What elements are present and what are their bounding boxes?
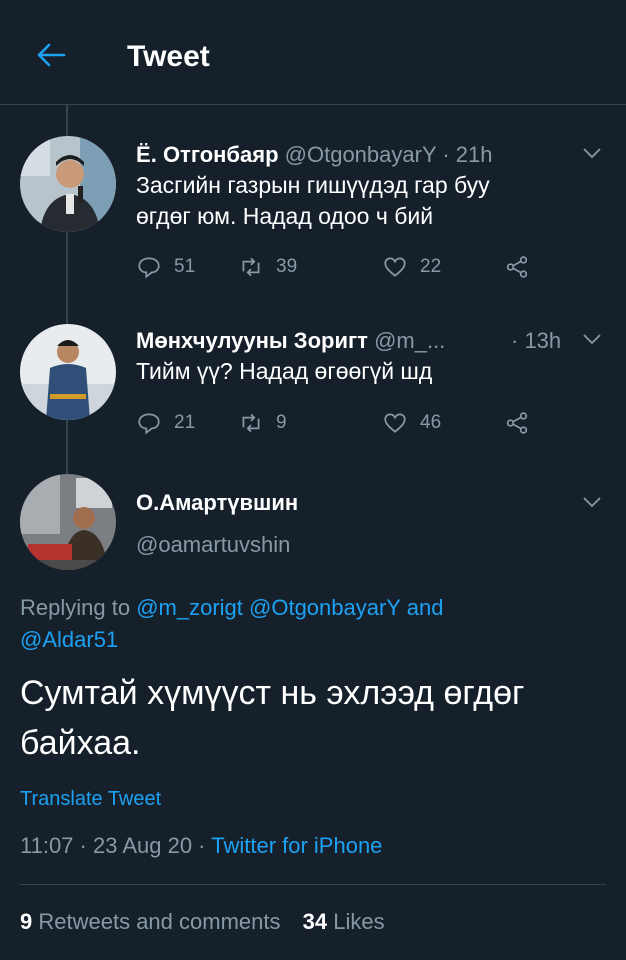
heart-icon (384, 413, 406, 433)
avatar[interactable] (20, 474, 116, 570)
tweet-text: Засгийн газрын гишүүдэд гар буу өгдөг юм… (136, 170, 490, 232)
reply-count: 51 (174, 256, 196, 277)
replying-mention-last[interactable]: @Aldar51 (20, 624, 443, 656)
share-icon (506, 256, 528, 278)
likes-label: Likes (333, 909, 385, 934)
tweet-time: · 21h (442, 142, 493, 167)
share-button[interactable] (504, 410, 530, 436)
chevron-down-icon[interactable] (582, 332, 602, 346)
retweet-count: 39 (276, 256, 298, 277)
reply-icon (138, 413, 160, 435)
replying-prefix: Replying to (20, 595, 131, 620)
page-title: Tweet (127, 40, 210, 73)
likes-stat[interactable]: 34 Likes (303, 909, 385, 934)
replying-and[interactable]: and (407, 595, 444, 620)
reply-button[interactable]: 21 (136, 410, 195, 436)
retweets-count: 9 (20, 909, 33, 934)
likes-count: 34 (302, 909, 328, 934)
thread-line (66, 420, 68, 482)
tweet-author[interactable]: Ё. Отгонбаяр @OtgonbayarY · 21h (136, 142, 493, 168)
tweet-text: Тийм үү? Надад өгөөгүй шд (136, 356, 432, 387)
retweet-button[interactable]: 39 (238, 254, 297, 280)
top-bar: Tweet (0, 0, 626, 105)
like-button[interactable]: 46 (382, 410, 441, 436)
tweet-actions: 51 39 22 (136, 254, 536, 284)
main-author-name[interactable]: О.Амартүвшин (136, 490, 298, 516)
main-tweet-line: Сумтай хүмүүст нь эхлээд өгдөг (20, 674, 525, 712)
like-count: 46 (420, 412, 442, 433)
divider (20, 884, 606, 885)
tweet-timestamp: 11:07 · 23 Aug 20 · Twitter for iPhone (20, 830, 382, 861)
like-count: 22 (420, 256, 442, 277)
back-arrow-icon[interactable] (34, 38, 68, 72)
tweet-time: · 13h (511, 328, 562, 353)
timestamp-text: 11:07 · 23 Aug 20 · (20, 833, 206, 858)
avatar[interactable] (20, 136, 116, 232)
chevron-down-icon[interactable] (582, 146, 602, 160)
like-button[interactable]: 22 (382, 254, 441, 280)
heart-icon (384, 257, 406, 277)
replying-mentions[interactable]: @m_zorigt @OtgonbayarY (136, 595, 400, 620)
author-handle[interactable]: @OtgonbayarY (285, 142, 437, 167)
avatar[interactable] (20, 324, 116, 420)
author-name[interactable]: Ё. Отгонбаяр (136, 142, 279, 167)
share-icon (506, 412, 528, 434)
tweet-stats: 9 Retweets and comments 34 Likes (20, 906, 385, 937)
retweet-count: 9 (276, 412, 287, 433)
tweet-text-line: өгдөг юм. Надад одоо ч бий (136, 203, 434, 229)
share-button[interactable] (504, 254, 530, 280)
reply-button[interactable]: 51 (136, 254, 195, 280)
tweet-text-line: Засгийн газрын гишүүдэд гар буу (136, 172, 490, 198)
retweets-stat[interactable]: 9 Retweets and comments (20, 909, 287, 934)
retweets-label: Retweets and comments (38, 909, 281, 934)
retweet-icon (242, 257, 260, 277)
retweet-button[interactable]: 9 (238, 410, 287, 436)
tweet-actions: 21 9 46 (136, 410, 536, 440)
thread-line (66, 232, 68, 324)
replying-to: Replying to @m_zorigt @OtgonbayarY and @… (20, 592, 443, 656)
retweet-icon (242, 413, 260, 433)
tweet-text-line: Тийм үү? Надад өгөөгүй шд (136, 358, 433, 384)
main-tweet-line: байхаа. (20, 724, 141, 762)
main-author-handle[interactable]: @oamartuvshin (136, 532, 290, 558)
author-name[interactable]: Мөнхчулууны Зоригт (136, 328, 368, 353)
author-handle[interactable]: @m_... (374, 328, 445, 353)
chevron-down-icon[interactable] (582, 495, 602, 509)
reply-count: 21 (174, 412, 196, 433)
source-link[interactable]: Twitter for iPhone (211, 833, 382, 858)
thread-line (66, 104, 68, 136)
reply-icon (138, 257, 160, 279)
translate-tweet-link[interactable]: Translate Tweet (20, 784, 161, 815)
main-tweet-text: Сумтай хүмүүст нь эхлээд өгдөг байхаа. (20, 668, 524, 768)
tweet-author[interactable]: Мөнхчулууны Зоригт @m_... (136, 328, 445, 354)
